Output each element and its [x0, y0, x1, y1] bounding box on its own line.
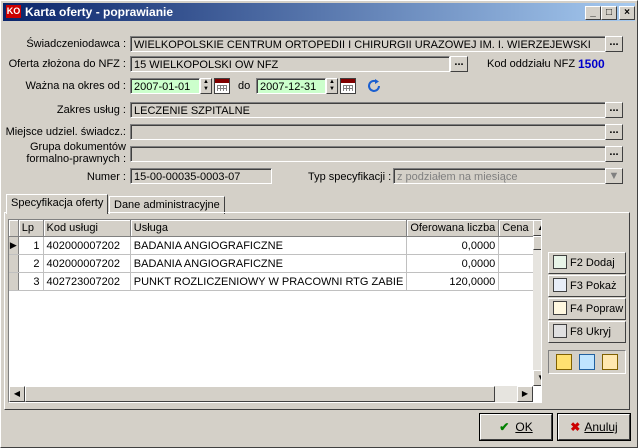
specyfikacja-grid: Lp Kod usługi Usługa Oferowana liczba Ce… [8, 219, 542, 403]
maximize-button[interactable]: □ [601, 6, 617, 20]
horizontal-scroll-thumb[interactable] [25, 386, 495, 402]
table-row[interactable]: 3 402723007202 PUNKT ROZLICZENIOWY W PRA… [9, 272, 541, 291]
cell-lp[interactable]: 1 [18, 236, 44, 255]
cell-liczba[interactable]: 0,0000 [406, 254, 500, 273]
app-icon: KO [6, 5, 21, 18]
table-row[interactable]: ▶ 1 402000007202 BADANIA ANGIOGRAFICZNE … [9, 236, 541, 255]
cell-liczba[interactable]: 0,0000 [406, 236, 500, 255]
header-indicator [9, 220, 19, 237]
vertical-scroll-thumb[interactable] [533, 236, 541, 250]
edit-button[interactable]: F4 Popraw [548, 298, 626, 320]
checkmark-icon: ✔ [499, 420, 510, 434]
cancel-x-icon: ✖ [570, 420, 581, 434]
cell-usluga[interactable]: PUNKT ROZLICZENIOWY W PRACOWNI RTG ZABIE [130, 272, 408, 291]
grupa-label-line2: formalno-prawnych : [26, 153, 126, 165]
row-indicator [9, 272, 19, 291]
envelope-icon[interactable] [579, 354, 595, 370]
cell-usluga[interactable]: BADANIA ANGIOGRAFICZNE [130, 236, 408, 255]
table-row[interactable]: 2 402000007202 BADANIA ANGIOGRAFICZNE 0,… [9, 254, 541, 273]
zakres-field[interactable]: LECZENIE SZPITALNE [130, 102, 606, 118]
hide-button[interactable]: F8 Ukryj [548, 321, 626, 343]
header-kod-uslugi[interactable]: Kod usługi [43, 220, 131, 237]
add-icon [553, 255, 567, 270]
tab-specyfikacja-oferty[interactable]: Specyfikacja oferty [6, 194, 109, 214]
date-from-input[interactable]: 2007-01-01 [130, 78, 200, 94]
ok-button[interactable]: ✔ OK [479, 413, 553, 441]
magnifier-icon [553, 278, 567, 293]
cell-kod[interactable]: 402723007202 [43, 272, 131, 291]
scroll-left-icon[interactable]: ◀ [9, 386, 25, 402]
window-title: Karta oferty - poprawianie [25, 5, 174, 19]
swiadczeniodawca-lookup-button[interactable]: ... [605, 36, 623, 52]
cell-kod[interactable]: 402000007202 [43, 254, 131, 273]
cell-lp[interactable]: 3 [18, 272, 44, 291]
header-lp[interactable]: Lp [18, 220, 44, 237]
horizontal-scrollbar[interactable]: ◀ ▶ [9, 386, 533, 402]
cell-kod[interactable]: 402000007202 [43, 236, 131, 255]
cancel-button[interactable]: ✖ Anuluj [557, 413, 631, 441]
kod-oddzialu-value: 1500 [578, 57, 605, 71]
zakres-label: Zakres usług : [56, 104, 126, 116]
cell-lp[interactable]: 2 [18, 254, 44, 273]
cell-liczba[interactable]: 120,0000 [406, 272, 500, 291]
oferta-label: Oferta złożona do NFZ : [8, 58, 126, 70]
swiadczeniodawca-field[interactable]: WIELKOPOLSKIE CENTRUM ORTOPEDII I CHIRUR… [130, 36, 606, 52]
zakres-lookup-button[interactable]: ... [605, 102, 623, 118]
cancel-button-label: Anuluj [584, 420, 618, 434]
show-button[interactable]: F3 Pokaż [548, 275, 626, 297]
minimize-button[interactable]: _ [585, 6, 601, 20]
add-button[interactable]: F2 Dodaj [548, 252, 626, 274]
wazna-label: Ważna na okres od : [25, 80, 126, 92]
do-label: do [238, 80, 251, 92]
grupa-label-line1: Grupa dokumentów [30, 141, 126, 153]
miejsce-label: Miejsce udziel. świadcz.: [5, 126, 126, 138]
row-indicator [9, 254, 19, 273]
oferta-field[interactable]: 15 WIELKOPOLSKI OW NFZ [130, 56, 450, 72]
date-to-calendar-icon[interactable] [340, 78, 356, 94]
header-usluga[interactable]: Usługa [130, 220, 408, 237]
show-button-label: F3 Pokaż [570, 280, 617, 292]
scroll-right-icon[interactable]: ▶ [517, 386, 533, 402]
edit-button-label: F4 Popraw [570, 303, 624, 315]
notes-icon[interactable] [556, 354, 572, 370]
oferta-lookup-button[interactable]: ... [450, 56, 468, 72]
close-button[interactable]: × [619, 6, 635, 20]
date-to-spinner[interactable]: ▲ ▼ [326, 78, 338, 94]
swiadczeniodawca-label: Świadczeniodawca : [26, 38, 126, 50]
grupa-lookup-button[interactable]: ... [605, 146, 623, 162]
cell-usluga[interactable]: BADANIA ANGIOGRAFICZNE [130, 254, 408, 273]
hide-button-label: F8 Ukryj [570, 326, 611, 338]
numer-field: 15-00-00035-0003-07 [130, 168, 272, 184]
typ-dropdown-icon[interactable]: ▼ [605, 168, 623, 184]
refresh-icon[interactable] [366, 78, 382, 94]
trash-icon [553, 324, 567, 339]
typ-select[interactable]: z podziałem na miesiące [393, 168, 623, 184]
grupa-field[interactable] [130, 146, 606, 162]
vertical-scrollbar[interactable]: ▲ ▼ [533, 220, 541, 386]
copy-icon[interactable] [602, 354, 618, 370]
ok-button-label: OK [515, 420, 533, 434]
date-to-input[interactable]: 2007-12-31 [256, 78, 326, 94]
miejsce-field[interactable] [130, 124, 606, 140]
row-indicator-icon: ▶ [9, 236, 19, 255]
add-button-label: F2 Dodaj [570, 257, 615, 269]
miejsce-lookup-button[interactable]: ... [605, 124, 623, 140]
date-from-spinner[interactable]: ▲ ▼ [200, 78, 212, 94]
date-from-calendar-icon[interactable] [214, 78, 230, 94]
extra-tools-group [548, 350, 626, 374]
scroll-up-icon[interactable]: ▲ [533, 220, 541, 236]
title-bar: KO Karta oferty - poprawianie _ □ × [3, 3, 635, 21]
typ-label: Typ specyfikacji : [308, 171, 392, 183]
header-oferowana-liczba[interactable]: Oferowana liczba [406, 220, 500, 237]
numer-label: Numer : [86, 171, 126, 183]
pencil-icon [553, 301, 567, 316]
scroll-down-icon[interactable]: ▼ [533, 370, 541, 386]
kod-oddzialu-label: Kod oddziału NFZ [487, 58, 576, 70]
